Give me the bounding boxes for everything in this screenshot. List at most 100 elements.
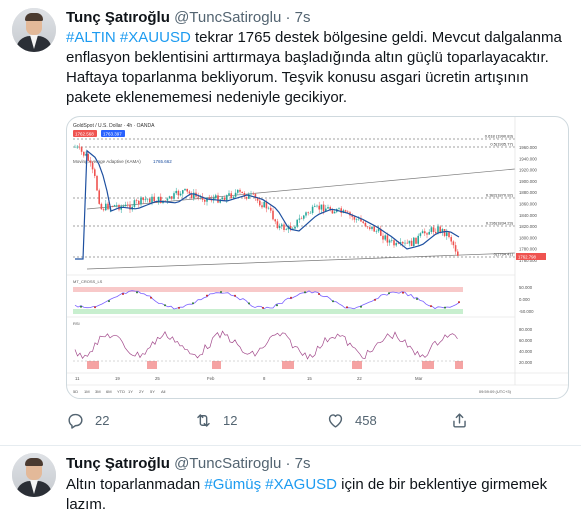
candle-body — [384, 235, 386, 240]
candle-body — [245, 196, 248, 199]
candle-body — [393, 240, 395, 246]
candle-body — [223, 197, 226, 201]
tweet[interactable]: Tunç Şatıroğlu @TuncSatiroglu · 7s #ALTI… — [0, 0, 581, 446]
timeframe-button: All — [161, 389, 166, 394]
avatar[interactable] — [12, 8, 56, 52]
candle-body — [333, 211, 336, 214]
candle-body — [241, 191, 243, 194]
candle-body — [327, 207, 329, 209]
candle-body — [232, 196, 235, 199]
share-icon — [453, 412, 466, 428]
signal-dot — [360, 305, 362, 308]
avatar[interactable] — [12, 453, 56, 497]
time-axis-tick: 15 — [307, 376, 312, 381]
candle-body — [226, 195, 228, 201]
candle-body — [300, 218, 303, 220]
reply-count: 22 — [95, 412, 110, 428]
oscillator-axis-tick: -50.000 — [519, 309, 534, 314]
signal-dot — [276, 304, 278, 307]
author-name[interactable]: Tunç Şatıroğlu — [66, 455, 170, 472]
signal-dot — [164, 304, 166, 307]
reply-icon — [68, 413, 83, 429]
share-button[interactable] — [450, 408, 469, 432]
candle-body — [87, 154, 89, 161]
candle-body — [252, 193, 254, 195]
tweet-timestamp[interactable]: 7s — [295, 9, 311, 26]
candle-body — [261, 205, 263, 208]
candle-body — [443, 229, 446, 236]
candle-body — [307, 212, 309, 214]
price-axis-tick: 1960.000 — [519, 145, 538, 150]
retweet-button[interactable]: 12 — [194, 408, 237, 432]
candle-body — [142, 197, 144, 201]
hashtag-link[interactable]: #XAGUSD — [265, 476, 337, 493]
author-name[interactable]: Tunç Şatıroğlu — [66, 9, 170, 26]
hashtag-link[interactable]: #Gümüş — [204, 476, 261, 493]
candle-body — [166, 198, 169, 201]
rsi-oversold-highlight — [212, 361, 221, 369]
candle-body — [309, 212, 312, 214]
candle-body — [122, 206, 125, 207]
candle-body — [406, 242, 408, 244]
candle-body — [415, 237, 417, 244]
chart-image[interactable]: GoldSpot / U.S. Dollar · 4h · OANDA 1762.… — [66, 116, 569, 399]
time-axis-tick: 11 — [75, 376, 80, 381]
candle-body — [294, 226, 296, 229]
tweet[interactable]: Tunç Şatıroğlu @TuncSatiroglu · 7s Altın… — [0, 447, 581, 519]
candle-body — [127, 204, 129, 206]
candle-body — [298, 218, 301, 220]
candle-body — [448, 232, 450, 238]
candle-body — [171, 196, 173, 199]
oscillator-axis-tick: 50.000 — [519, 285, 533, 290]
overbought-zone — [73, 287, 463, 292]
candle-body — [347, 211, 349, 213]
candle-body — [78, 146, 81, 148]
hashtag-link[interactable]: #XAUUSD — [120, 29, 191, 46]
signal-dot — [262, 306, 264, 309]
rsi-oversold-highlight — [352, 361, 362, 369]
candle-body — [107, 203, 109, 210]
like-count: 458 — [355, 412, 377, 428]
candle-body — [446, 232, 448, 236]
candle-body — [377, 228, 380, 232]
candle-body — [248, 193, 250, 199]
rsi-axis-tick: 60.000 — [519, 338, 533, 343]
candle-body — [151, 196, 153, 203]
candle-body — [138, 200, 140, 205]
candle-body — [366, 226, 369, 228]
candle-body — [432, 227, 435, 232]
current-price-label: 1762.798 — [518, 255, 537, 260]
author-handle[interactable]: @TuncSatiroglu — [174, 455, 281, 472]
candle-body — [428, 231, 430, 235]
candle-body — [144, 199, 147, 201]
author-handle[interactable]: @TuncSatiroglu — [174, 9, 281, 26]
candle-body — [435, 231, 437, 234]
signal-dot — [346, 306, 348, 309]
candle-body — [105, 203, 107, 211]
candle-body — [320, 204, 323, 210]
candle-body — [278, 225, 281, 229]
candle-body — [113, 205, 116, 207]
candle-body — [228, 193, 230, 196]
reply-button[interactable]: 22 — [66, 408, 109, 432]
candle-body — [237, 189, 239, 193]
price-axis-tick: 1780.000 — [519, 247, 538, 252]
tweet-timestamp[interactable]: 7s — [295, 455, 311, 472]
price-axis-tick: 1940.000 — [519, 156, 538, 161]
candle-body — [430, 227, 433, 232]
time-axis-tick: 25 — [155, 376, 160, 381]
candle-body — [388, 240, 391, 243]
price-axis-tick: 1820.000 — [519, 224, 538, 229]
candle-body — [331, 210, 334, 214]
rsi-line — [74, 330, 458, 360]
candle-body — [102, 209, 105, 211]
candle-body — [215, 195, 217, 199]
like-button[interactable]: 458 — [326, 408, 377, 432]
candle-body — [91, 162, 94, 170]
buy-price: 1763.397 — [103, 132, 122, 137]
signal-dot — [178, 306, 180, 309]
hashtag-link[interactable]: #ALTIN — [66, 29, 116, 46]
time-axis-tick: 8 — [263, 376, 266, 381]
candle-body — [111, 206, 114, 207]
candle-body — [421, 231, 424, 234]
